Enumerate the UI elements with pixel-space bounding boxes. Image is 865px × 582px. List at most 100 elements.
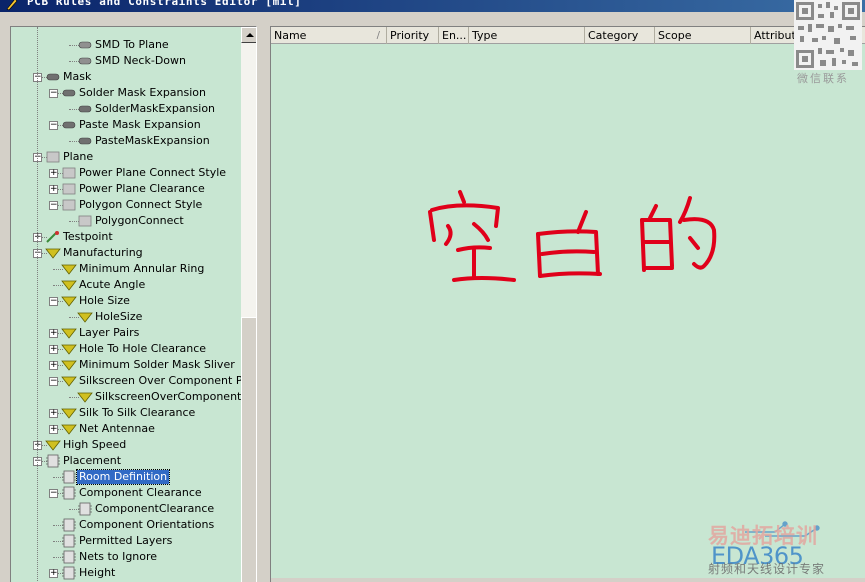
plane-rule-icon [62,167,76,179]
manufacturing-rule-icon [61,376,77,387]
column-header-priority[interactable]: Priority [387,27,439,44]
manufacturing-rule-icon [61,344,77,355]
mask-rule-icon [62,89,76,97]
tree-item[interactable]: Minimum Annular Ring [11,261,241,277]
tree-item[interactable]: + Power Plane Connect Style [11,165,241,181]
tree-item-label: Minimum Solder Mask Sliver [79,358,235,371]
manufacturing-rule-icon [61,296,77,307]
tree-item[interactable]: − Component Clearance [11,485,241,501]
expand-icon[interactable]: + [49,329,58,338]
tree-item[interactable]: Component Orientations [11,517,241,533]
tree-item[interactable]: Room Definition [11,469,241,485]
tree-item[interactable]: − Mask [11,69,241,85]
tree-item-label: Hole To Hole Clearance [79,342,207,355]
rule-tree[interactable]: SMD To Plane SMD Neck-Down − Mask − Solder Ma… [11,27,241,582]
tree-item[interactable]: Permitted Layers [11,533,241,549]
tree-item-label: Nets to Ignore [79,550,158,563]
column-header-label: Scope [658,29,692,42]
column-header-name[interactable]: Name / [271,27,387,44]
tree-item-label: Height [79,566,116,579]
tree-item[interactable]: − Paste Mask Expansion [11,117,241,133]
tree-item[interactable]: + Testpoint [11,229,241,245]
column-header-type[interactable]: Type [469,27,585,44]
placement-rule-icon [62,470,76,484]
collapse-icon[interactable]: − [49,377,58,386]
sort-indicator-icon: / [376,30,380,41]
tree-item-label: SMD Neck-Down [95,54,186,67]
tree-item-label: Paste Mask Expansion [79,118,201,131]
rule-grid-body[interactable] [271,45,865,582]
column-header-label: Priority [390,29,430,42]
expand-icon[interactable]: + [49,185,58,194]
tree-item-label: Mask [63,70,92,83]
tree-item[interactable]: + High Speed [11,437,241,453]
tree-item-label: PasteMaskExpansion [95,134,210,147]
tree-item[interactable]: − Placement [11,453,241,469]
tree-item[interactable]: + Layer Pairs [11,325,241,341]
placement-rule-icon [62,550,76,564]
tree-item-label: Testpoint [63,230,113,243]
column-header-category[interactable]: Category [585,27,655,44]
expand-icon[interactable]: + [49,569,58,578]
column-header-scope[interactable]: Scope [655,27,751,44]
tree-item-label: SMD To Plane [95,38,169,51]
high-speed-category-icon [45,440,61,451]
collapse-icon[interactable]: − [49,89,58,98]
column-header-label: Name [274,29,307,42]
collapse-icon[interactable]: − [49,297,58,306]
tree-item[interactable]: + Hole To Hole Clearance [11,341,241,357]
manufacturing-rule-icon [61,360,77,371]
tree-item[interactable]: − Hole Size [11,293,241,309]
tree-item[interactable]: + Silk To Silk Clearance [11,405,241,421]
collapse-icon[interactable]: − [49,121,58,130]
tree-item[interactable]: − Polygon Connect Style [11,197,241,213]
tree-item[interactable]: PolygonConnect [11,213,241,229]
manufacturing-rule-icon [77,392,93,403]
tree-vertical-scrollbar[interactable] [241,27,256,582]
tree-item-label: SolderMaskExpansion [95,102,216,115]
tree-item[interactable]: SilkscreenOverComponentPac [11,389,241,405]
tree-item[interactable]: SMD Neck-Down [11,53,241,69]
expand-icon[interactable]: + [49,169,58,178]
mask-rule-icon [78,105,92,113]
tree-item-label: Permitted Layers [79,534,173,547]
tree-item[interactable]: − Silkscreen Over Component Pads [11,373,241,389]
manufacturing-rule-icon [61,424,77,435]
tree-item-label: Component Clearance [79,486,202,499]
tree-item[interactable]: − Plane [11,149,241,165]
tree-item-label: Layer Pairs [79,326,140,339]
tree-item-label: Silkscreen Over Component Pads [79,374,241,387]
column-header-label: Type [472,29,498,42]
tree-item[interactable]: + Minimum Solder Mask Sliver [11,357,241,373]
tree-item[interactable]: + Height [11,565,241,581]
tree-item[interactable]: HoleSize [11,309,241,325]
tree-item[interactable]: + Power Plane Clearance [11,181,241,197]
manufacturing-rule-icon [77,312,93,323]
expand-icon[interactable]: + [49,361,58,370]
placement-rule-icon [62,534,76,548]
tree-item-label: Minimum Annular Ring [79,262,205,275]
tree-item[interactable]: Acute Angle [11,277,241,293]
scrollbar-thumb[interactable] [241,317,256,582]
tree-item[interactable]: ComponentClearance [11,501,241,517]
tree-item[interactable]: − Manufacturing [11,245,241,261]
placement-rule-icon [78,502,92,516]
tree-item-label: High Speed [63,438,127,451]
expand-icon[interactable]: + [49,345,58,354]
mask-rule-icon [62,121,76,129]
tree-item[interactable]: SMD To Plane [11,37,241,53]
column-header-en[interactable]: En... [439,27,469,44]
collapse-icon[interactable]: − [49,489,58,498]
tree-item[interactable]: SolderMaskExpansion [11,101,241,117]
expand-icon[interactable]: + [49,409,58,418]
expand-icon[interactable]: + [49,425,58,434]
tree-item[interactable]: + Net Antennae [11,421,241,437]
tree-item[interactable]: PasteMaskExpansion [11,133,241,149]
placement-category-icon [46,454,60,468]
tree-item[interactable]: − Solder Mask Expansion [11,85,241,101]
tree-item-label: Room Definition [75,469,171,485]
collapse-icon[interactable]: − [49,201,58,210]
scroll-up-arrow-icon[interactable] [241,27,256,43]
tree-item[interactable]: Nets to Ignore [11,549,241,565]
app-icon [6,0,18,11]
